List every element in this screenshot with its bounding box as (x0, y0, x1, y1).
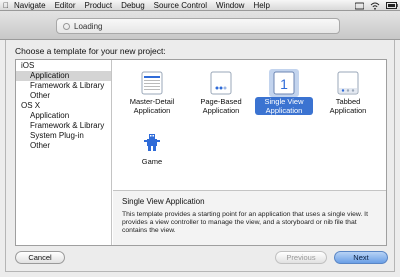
menu-editor[interactable]: Editor (55, 1, 76, 10)
category-osx-application[interactable]: Application (16, 111, 111, 121)
menu-window[interactable]: Window (216, 1, 244, 10)
new-project-sheet: Choose a template for your new project: … (5, 40, 395, 272)
category-osx-other[interactable]: Other (16, 141, 111, 151)
tabbed-icon (337, 71, 359, 95)
template-game[interactable]: Game (123, 128, 181, 186)
template-page-based[interactable]: Page-Based Application (192, 68, 250, 126)
status-menu-icon[interactable] (355, 2, 364, 10)
menu-bar:  Navigate Editor Product Debug Source C… (0, 0, 400, 11)
menu-product[interactable]: Product (84, 1, 112, 10)
menu-debug[interactable]: Debug (121, 1, 145, 10)
category-ios-other[interactable]: Other (16, 91, 111, 101)
single-view-icon: 1 (273, 71, 295, 95)
category-osx-system-plugin[interactable]: System Plug-in (16, 131, 111, 141)
loading-spinner-icon (63, 22, 70, 30)
apple-menu-icon[interactable]:  (2, 1, 10, 10)
category-header-osx: OS X (21, 101, 41, 110)
menu-navigate[interactable]: Navigate (14, 1, 46, 10)
category-osx-framework-library[interactable]: Framework & Library (16, 121, 111, 131)
svg-text:1: 1 (280, 76, 288, 92)
cancel-button[interactable]: Cancel (15, 251, 65, 264)
activity-viewer: Loading (56, 18, 340, 34)
category-ios-application[interactable]: Application (16, 71, 111, 81)
template-label: Game (141, 157, 163, 166)
menu-help[interactable]: Help (253, 1, 269, 10)
template-grid: Master-Detail Application Page-Based App… (113, 60, 386, 190)
category-ios-framework-library[interactable]: Framework & Library (16, 81, 111, 91)
template-single-view[interactable]: 1 Single View Application (255, 68, 313, 126)
description-body: This template provides a starting point … (122, 211, 368, 234)
template-master-detail[interactable]: Master-Detail Application (123, 68, 181, 126)
template-label: Tabbed Application (329, 97, 367, 115)
master-detail-icon (141, 71, 163, 95)
window-toolbar: Loading (0, 11, 400, 40)
template-label: Master-Detail Application (129, 97, 175, 115)
template-label: Page-Based Application (200, 97, 242, 115)
menu-source-control[interactable]: Source Control (154, 1, 207, 10)
game-icon (144, 134, 160, 151)
template-tabbed[interactable]: Tabbed Application (319, 68, 377, 126)
next-button[interactable]: Next (334, 251, 388, 264)
template-category-list: iOS Application Framework & Library Othe… (16, 60, 112, 245)
template-label: Single View Application (255, 97, 313, 115)
sheet-title: Choose a template for your new project: (15, 46, 166, 56)
activity-status-text: Loading (74, 21, 103, 31)
page-based-icon (210, 71, 232, 95)
wifi-icon[interactable] (370, 2, 380, 10)
template-description-pane: Single View Application This template pr… (113, 190, 386, 245)
battery-icon[interactable] (386, 2, 398, 9)
category-header-ios: iOS (21, 61, 35, 70)
previous-button[interactable]: Previous (275, 251, 327, 264)
description-title: Single View Application (122, 197, 205, 206)
status-tray (355, 0, 398, 11)
template-panel: iOS Application Framework & Library Othe… (15, 59, 387, 246)
